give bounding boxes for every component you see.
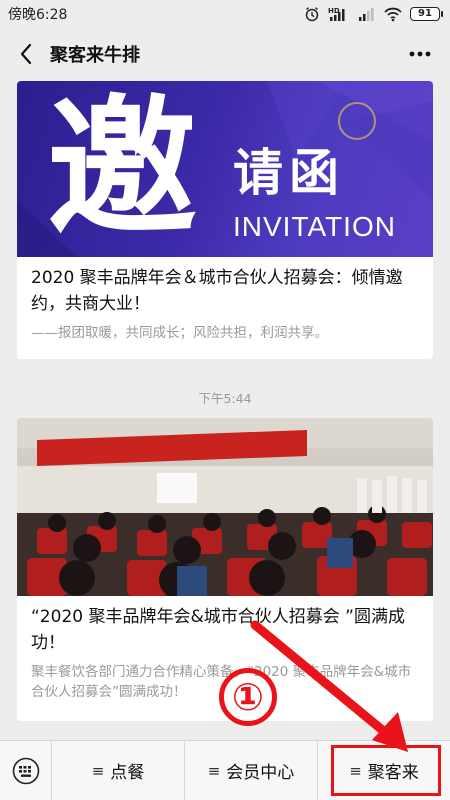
- article-card[interactable]: “2020 聚丰品牌年会&城市合伙人招募会 ”圆满成功！ 聚丰餐饮各部门通力合作…: [17, 418, 433, 721]
- chat-timestamp: 下午5:44: [198, 391, 252, 406]
- alarm-icon: [304, 6, 320, 22]
- chevron-left-icon: [20, 43, 32, 65]
- article-desc: ——报团取暖，共同成长；风险共担，利润共享。: [31, 325, 328, 341]
- menu-list-icon: ≡: [91, 761, 105, 780]
- keyboard-toggle-button[interactable]: [0, 740, 52, 800]
- conference-photo: [17, 418, 433, 596]
- annotation-highlight-box: [331, 745, 441, 796]
- invitation-chars: 请函: [233, 144, 345, 202]
- status-bar: 傍晚6:28 HD 91: [0, 0, 450, 28]
- menu-item-label: 会员中心: [226, 763, 295, 783]
- invitation-big-char: 邀: [47, 81, 198, 256]
- status-icons: HD 91: [304, 6, 443, 22]
- signal-icon: [358, 6, 376, 22]
- nav-bar: 聚客来牛排: [0, 28, 450, 80]
- menu-item-order[interactable]: ≡ 点餐: [52, 740, 185, 800]
- article-title: “2020 聚丰品牌年会&城市合伙人招募会 ”圆满成功！: [31, 607, 405, 653]
- menu-item-label: 点餐: [110, 763, 145, 783]
- wifi-icon: [384, 6, 402, 22]
- page-title: 聚客来牛排: [50, 45, 140, 66]
- menu-item-member-center[interactable]: ≡ 会员中心: [185, 740, 318, 800]
- invitation-english: INVITATION: [233, 211, 396, 242]
- more-button[interactable]: [400, 34, 440, 74]
- hd-signal-icon: HD: [328, 6, 350, 22]
- battery-icon: 91: [410, 7, 443, 21]
- annotation-step-number: ①: [219, 668, 277, 726]
- keyboard-icon: [12, 757, 39, 784]
- more-icon: [409, 51, 431, 57]
- conference-scene: [17, 418, 433, 596]
- status-time: 傍晚6:28: [8, 7, 68, 23]
- article-title: 2020 聚丰品牌年会＆城市合伙人招募会：倾情邀约，共商大业！: [31, 268, 403, 314]
- article-card[interactable]: 邀 请函 INVITATION 2020 聚丰品牌年会＆城市合伙人招募会：倾情邀…: [17, 81, 433, 359]
- chat-area[interactable]: 邀 请函 INVITATION 2020 聚丰品牌年会＆城市合伙人招募会：倾情邀…: [0, 80, 450, 740]
- back-button[interactable]: [10, 34, 42, 74]
- menu-list-icon: ≡: [207, 761, 221, 780]
- invitation-image: 邀 请函 INVITATION: [17, 81, 433, 257]
